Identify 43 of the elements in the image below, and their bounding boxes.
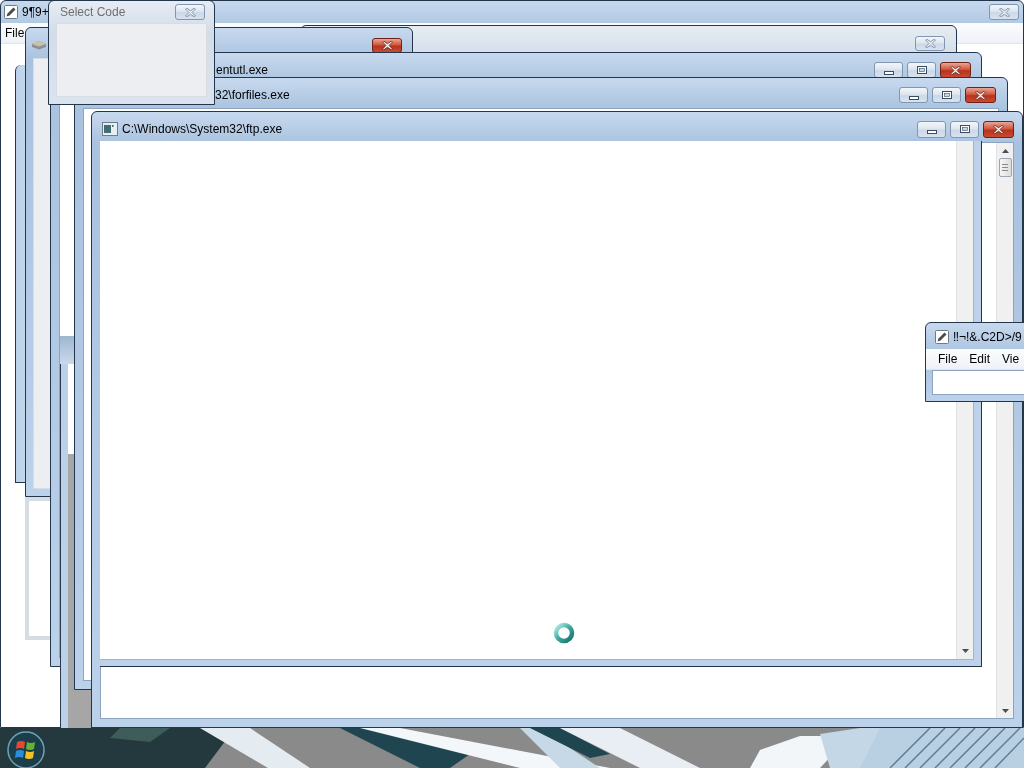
window-title: entutl.exe xyxy=(216,63,269,77)
drive-icon xyxy=(31,40,47,50)
window-title: Select Code xyxy=(60,5,126,19)
close-icon xyxy=(998,7,1010,17)
close-icon xyxy=(184,7,196,17)
window-title: ‼¬!&.C2D>/9 xyxy=(953,330,1022,344)
menu-item[interactable]: Vie xyxy=(996,352,1024,366)
maximize-button[interactable] xyxy=(907,62,936,78)
pencil-icon xyxy=(4,5,18,19)
minimize-button[interactable] xyxy=(874,62,903,78)
window-title: 9¶9+ xyxy=(22,5,49,19)
start-orb-icon[interactable] xyxy=(6,728,46,768)
close-button[interactable] xyxy=(372,37,402,53)
caret-up-icon[interactable] xyxy=(1001,149,1009,153)
minimize-icon xyxy=(883,71,894,75)
maximize-button[interactable] xyxy=(950,120,979,138)
caret-down-icon[interactable] xyxy=(1001,709,1009,713)
menu-item[interactable]: File xyxy=(932,352,964,366)
close-button[interactable] xyxy=(983,120,1014,138)
console-icon xyxy=(102,122,118,136)
minimize-button[interactable] xyxy=(917,120,946,138)
loading-ring-icon xyxy=(553,622,575,644)
menu-item[interactable]: File xyxy=(1,26,29,40)
menu-item[interactable]: Edit xyxy=(963,352,997,366)
minimize-icon xyxy=(926,130,937,134)
scrollbar-thumb[interactable] xyxy=(998,158,1012,177)
maximize-icon xyxy=(959,125,970,133)
maximize-icon xyxy=(916,66,927,74)
close-icon xyxy=(381,40,393,50)
caret-down-icon[interactable] xyxy=(961,649,969,653)
maximize-icon xyxy=(941,91,952,99)
minimize-icon xyxy=(908,96,919,100)
close-button[interactable] xyxy=(940,62,971,78)
maximize-button[interactable] xyxy=(932,87,961,103)
pencil-icon xyxy=(935,330,949,344)
close-icon xyxy=(924,38,936,48)
window-title: C:\Windows\System32\ftp.exe xyxy=(122,122,283,136)
close-icon xyxy=(950,65,961,75)
close-icon xyxy=(993,124,1004,134)
close-button[interactable] xyxy=(965,87,996,103)
minimize-button[interactable] xyxy=(899,87,928,103)
window-title: 32\forfiles.exe xyxy=(215,88,290,102)
close-icon xyxy=(975,90,986,100)
